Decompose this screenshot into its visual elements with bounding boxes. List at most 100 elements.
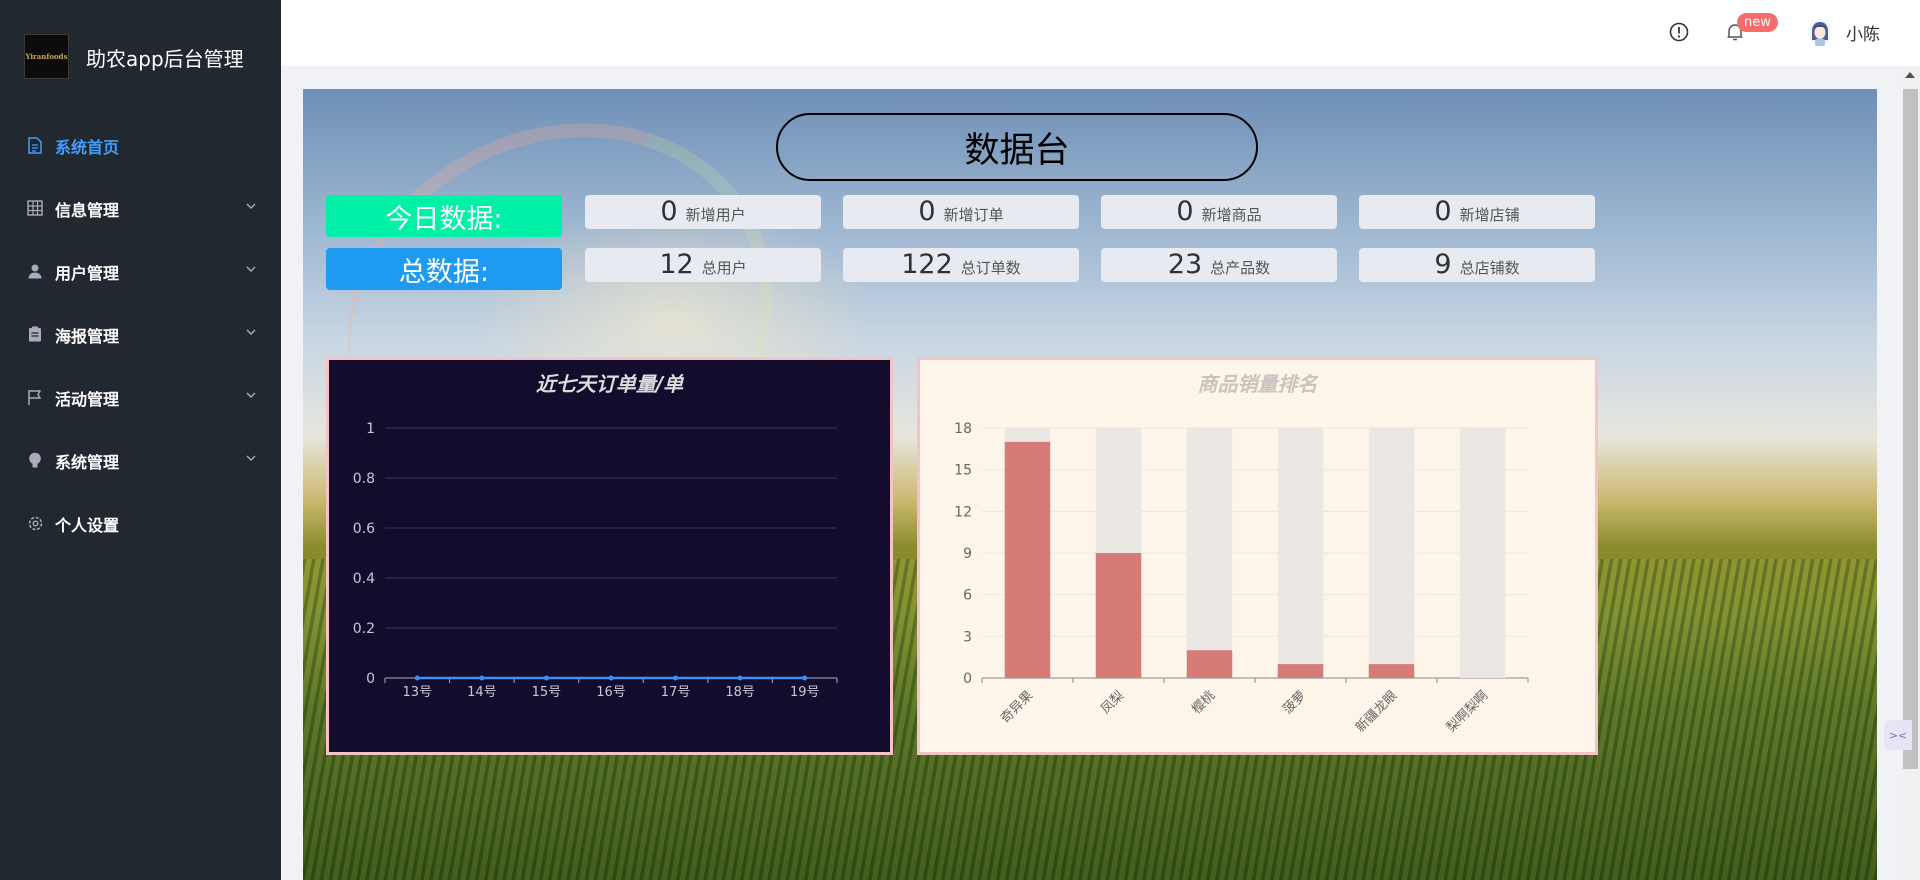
chevron-down-icon: [246, 329, 256, 335]
bar-background: [1368, 428, 1415, 678]
grid-icon: [26, 199, 44, 217]
data-point: [608, 675, 614, 681]
dashboard-panel: 数据台 今日数据: 总数据: 0 新增用户 0 新增订单 0 新增商品 0 新增店铺 1…: [303, 89, 1877, 880]
bar: [1368, 664, 1415, 678]
x-tick-label: 16号: [596, 685, 626, 700]
x-tick-label: 19号: [790, 685, 820, 700]
stat-label: 总订单数: [960, 259, 1021, 277]
sidebar-item-label: 系统管理: [55, 453, 120, 472]
avatar[interactable]: [1806, 17, 1834, 47]
scroll-up-arrow[interactable]: [1905, 72, 1915, 78]
bar-background: [1459, 428, 1506, 678]
document-icon: [26, 136, 44, 154]
y-tick-label: 6: [963, 588, 972, 604]
data-point: [673, 675, 679, 681]
x-tick-label: 凤梨: [1098, 688, 1127, 717]
bar: [1095, 553, 1142, 678]
y-tick-label: 0: [366, 671, 375, 687]
stat-value: 23: [1167, 249, 1203, 280]
sidebar-item-label: 海报管理: [55, 327, 120, 346]
stat-total-users: 12 总用户: [585, 248, 821, 282]
scrollbar-thumb[interactable]: [1903, 89, 1918, 769]
sidebar-item-label: 信息管理: [55, 201, 120, 220]
bar-background: [1186, 428, 1233, 678]
stat-label: 总店铺数: [1459, 259, 1520, 277]
app-logo: Yiranfoods: [24, 34, 69, 79]
gear-icon: [26, 514, 44, 532]
stat-value: 9: [1434, 249, 1452, 280]
data-point: [543, 675, 549, 681]
stat-new-products: 0 新增商品: [1101, 195, 1337, 229]
stat-label: 新增店铺: [1459, 206, 1520, 224]
today-data-label: 今日数据:: [326, 195, 562, 237]
stat-new-users: 0 新增用户: [585, 195, 821, 229]
stat-total-shops: 9 总店铺数: [1359, 248, 1595, 282]
y-tick-label: 0.8: [353, 471, 375, 487]
x-tick-label: 梨啊梨啊: [1444, 688, 1491, 735]
stat-total-products: 23 总产品数: [1101, 248, 1337, 282]
y-tick-label: 0.4: [353, 571, 375, 587]
x-tick-label: 奇异果: [997, 688, 1036, 727]
data-point: [414, 675, 420, 681]
sidebar-item-activities[interactable]: 活动管理: [0, 370, 281, 422]
user-name[interactable]: 小陈: [1846, 20, 1880, 45]
notification-badge: new: [1737, 13, 1778, 32]
y-tick-label: 1: [366, 421, 375, 437]
x-tick-label: 樱桃: [1189, 688, 1219, 718]
stat-value: 122: [901, 249, 953, 280]
stat-total-orders: 122 总订单数: [843, 248, 1079, 282]
stat-label: 新增订单: [943, 206, 1004, 224]
stat-label: 新增商品: [1201, 206, 1262, 224]
x-tick-label: 13号: [403, 685, 433, 700]
orders-line-chart: 近七天订单量/单 0 0.2 0.4 0.6 0.8 1 13号 14号 15号 16号 17号 18…: [326, 357, 893, 755]
sidebar-item-label: 个人设置: [55, 516, 120, 535]
sidebar-item-home[interactable]: 系统首页: [0, 118, 281, 170]
total-data-label: 总数据:: [326, 248, 562, 290]
y-tick-label: 0: [963, 671, 972, 687]
sidebar-item-posters[interactable]: 海报管理: [0, 307, 281, 359]
stat-new-shops: 0 新增店铺: [1359, 195, 1595, 229]
chevron-down-icon: [246, 392, 256, 398]
sidebar-item-settings[interactable]: 个人设置: [0, 496, 281, 548]
sidebar: Yiranfoods 助农app后台管理 系统首页 信息管理 用户管理 海报管理…: [0, 0, 281, 880]
y-tick-label: 0.6: [353, 521, 375, 537]
sidebar-item-users[interactable]: 用户管理: [0, 244, 281, 296]
stat-value: 0: [660, 196, 678, 227]
stat-value: 0: [918, 196, 936, 227]
info-icon[interactable]: [1669, 22, 1689, 42]
clipboard-icon: [26, 325, 44, 343]
logo-text: Yiranfoods: [25, 52, 68, 61]
x-tick-label: 14号: [467, 685, 497, 700]
data-point: [802, 675, 808, 681]
bar: [1277, 664, 1324, 678]
sidebar-item-label: 用户管理: [55, 264, 120, 283]
y-tick-label: 18: [954, 421, 972, 437]
stat-label: 总产品数: [1210, 259, 1271, 277]
flag-icon: [26, 388, 44, 406]
x-tick-label: 17号: [661, 685, 691, 700]
y-tick-label: 3: [963, 629, 972, 645]
stat-new-orders: 0 新增订单: [843, 195, 1079, 229]
side-panel-handle[interactable]: ><: [1884, 720, 1912, 750]
sales-bar-chart: 商品销量排名 0 3 6 9 12 15 18 奇异果 凤梨 樱桃 菠萝 新疆龙眼 梨啊梨啊: [917, 357, 1598, 755]
bar: [1186, 650, 1233, 678]
sidebar-item-label: 系统首页: [55, 138, 120, 157]
x-tick-label: 15号: [532, 685, 562, 700]
line-chart-svg: 0 0.2 0.4 0.6 0.8 1 13号 14号 15号 16号 17号 18号 19号: [353, 421, 838, 700]
stat-label: 总用户: [701, 259, 747, 277]
chevron-down-icon: [246, 266, 256, 272]
chevron-down-icon: [246, 203, 256, 209]
stat-label: 新增用户: [685, 206, 746, 224]
stat-value: 0: [1434, 196, 1452, 227]
dashboard-title: 数据台: [776, 113, 1258, 181]
bar-chart-svg: 0 3 6 9 12 15 18 奇异果 凤梨 樱桃 菠萝 新疆龙眼 梨啊梨啊: [954, 421, 1529, 736]
data-point: [737, 675, 743, 681]
y-tick-label: 15: [954, 463, 972, 479]
x-tick-label: 18号: [725, 685, 755, 700]
y-tick-label: 0.2: [353, 621, 375, 637]
chevron-down-icon: [246, 455, 256, 461]
bulb-icon: [26, 451, 44, 469]
sidebar-item-system[interactable]: 系统管理: [0, 433, 281, 485]
user-icon: [26, 262, 44, 280]
sidebar-item-info[interactable]: 信息管理: [0, 181, 281, 233]
